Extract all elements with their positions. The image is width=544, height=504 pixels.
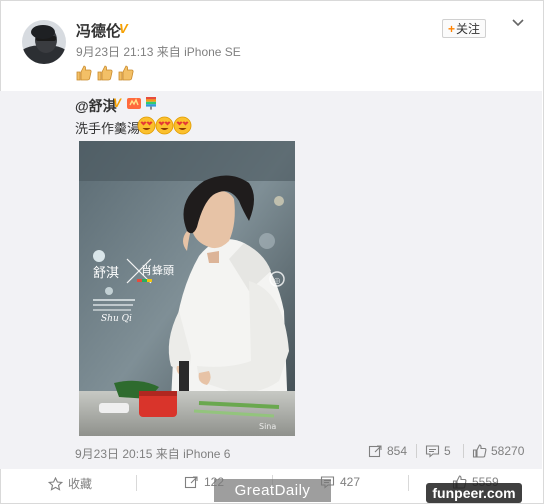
divider <box>463 444 464 458</box>
divider <box>408 475 409 491</box>
chef-photo-illustration: ◎ Sina <box>79 141 295 436</box>
like-icon <box>472 444 487 458</box>
post-photo[interactable]: ◎ Sina 舒淇 肖蜂頭 Shu Qi <box>79 141 295 436</box>
post-source-prefix: 来自 <box>156 45 181 59</box>
svg-text:◎: ◎ <box>274 276 281 285</box>
original-post-date[interactable]: 9月23日 20:15 <box>75 447 152 461</box>
original-repost-count: 854 <box>387 444 408 458</box>
original-post-text: 洗手作羹湯 <box>75 121 141 136</box>
comment-icon <box>425 445 440 458</box>
verified-badge-icon: V <box>113 96 122 110</box>
thumbs-up-emoji-row <box>75 64 135 82</box>
post-date[interactable]: 9月23日 21:13 <box>76 45 153 59</box>
rainbow-badge-icon <box>146 97 156 110</box>
comment-count: 427 <box>340 475 361 489</box>
chevron-down-icon[interactable] <box>511 16 525 30</box>
follow-button[interactable]: + 关注 <box>442 19 486 38</box>
post-username[interactable]: 冯德伦 <box>76 20 121 41</box>
thumbs-up-emoji-icon <box>97 65 113 81</box>
user-avatar[interactable] <box>22 20 66 64</box>
photo-caption-name-right: 肖蜂頭 <box>141 264 174 277</box>
watermark-funpeer: funpeer.com <box>426 483 522 503</box>
favorite-button[interactable]: 收藏 <box>48 475 92 492</box>
original-post-source: iPhone 6 <box>183 447 231 461</box>
post-meta: 9月23日 21:13 来自 iPhone SE <box>76 43 241 60</box>
original-author-link[interactable]: @舒淇 <box>75 96 117 116</box>
heart-eyes-emoji-icon <box>137 116 156 135</box>
original-repost-stat[interactable]: 854 <box>368 444 407 458</box>
original-comment-count: 5 <box>444 444 451 458</box>
original-comment-stat[interactable]: 5 <box>425 444 451 458</box>
original-post-meta: 9月23日 20:15 来自 iPhone 6 <box>75 445 230 462</box>
follow-label: 关注 <box>456 22 481 36</box>
photo-caption-latin: Shu Qi <box>101 314 132 324</box>
repost-icon <box>184 476 198 489</box>
post-source: iPhone SE <box>184 45 241 59</box>
verified-badge-icon: V <box>119 21 128 36</box>
repost-icon <box>368 445 382 458</box>
thumbs-up-emoji-icon <box>118 65 134 81</box>
heart-eyes-emoji-icon <box>173 116 192 135</box>
photo-caption-name-left: 舒淇 <box>93 266 120 281</box>
divider <box>136 475 137 491</box>
watermark-greatdaily: GreatDaily <box>214 479 331 502</box>
original-like-stat[interactable]: 58270 <box>472 444 524 458</box>
original-like-count: 58270 <box>491 444 525 458</box>
original-post-source-prefix: 来自 <box>155 447 180 461</box>
svg-text:Sina: Sina <box>259 422 276 431</box>
heart-eyes-emoji-icon <box>155 116 174 135</box>
plus-icon: + <box>447 21 455 36</box>
thumbs-up-emoji-icon <box>76 65 92 81</box>
favorite-label: 收藏 <box>68 477 93 491</box>
level-badge-icon <box>127 98 141 109</box>
star-icon <box>48 476 63 491</box>
divider <box>416 444 417 458</box>
